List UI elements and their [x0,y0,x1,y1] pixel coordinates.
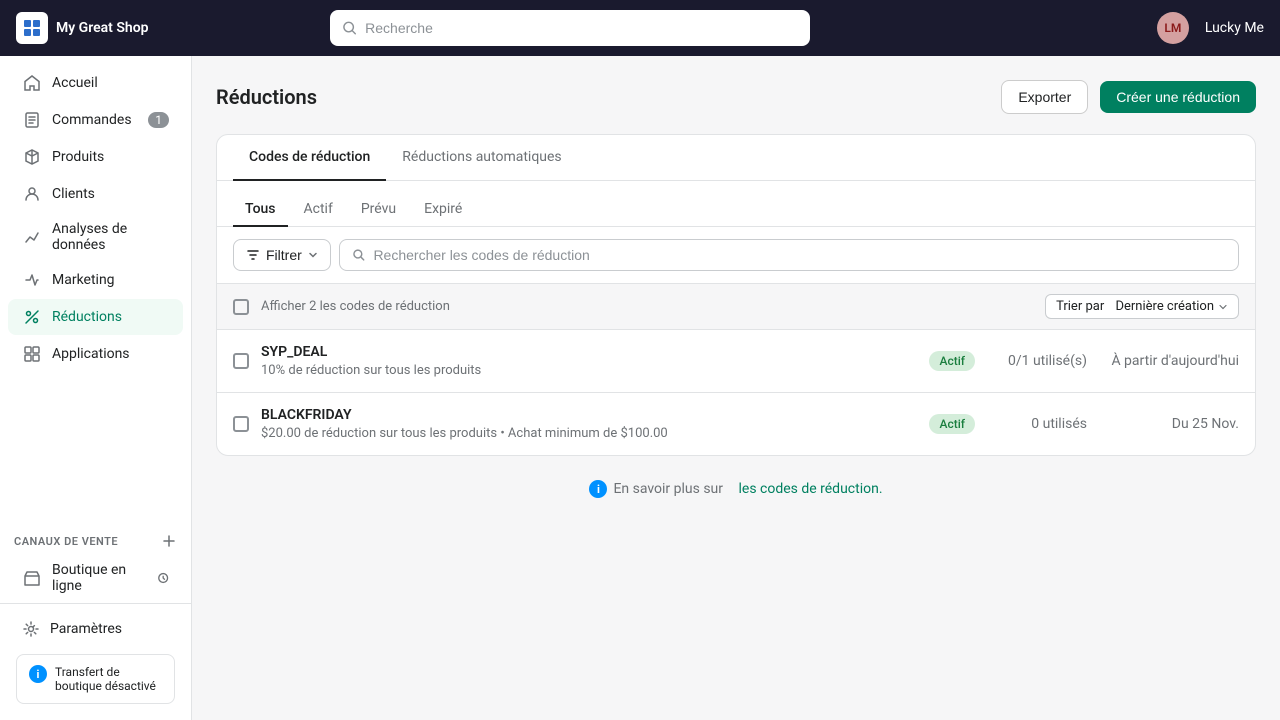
sidebar-item-applications[interactable]: Applications [8,336,183,372]
sidebar-item-clients[interactable]: Clients [8,176,183,212]
row-code-1: SYP_DEAL [261,344,917,360]
row-info-1: SYP_DEAL 10% de réduction sur tous les p… [261,344,917,378]
add-channel-icon[interactable] [161,533,177,549]
sidebar-item-marketing[interactable]: Marketing [8,262,183,298]
create-reduction-button[interactable]: Créer une réduction [1100,81,1256,113]
codes-search-input[interactable] [373,247,1226,263]
search-bar [330,10,810,46]
global-search-input[interactable] [365,20,798,36]
filter-button[interactable]: Filtrer [233,239,331,271]
user-name: Lucky Me [1205,20,1264,36]
sidebar-item-accueil[interactable]: Accueil [8,65,183,101]
header-actions: Exporter Créer une réduction [1001,80,1256,114]
table-row[interactable]: SYP_DEAL 10% de réduction sur tous les p… [217,330,1255,393]
reductions-icon [22,307,42,327]
row-date-1: À partir d'aujourd'hui [1099,353,1239,369]
logo-area[interactable]: My Great Shop [16,12,149,44]
boutique-settings-icon[interactable] [157,571,169,585]
tab-reductions-automatiques[interactable]: Réductions automatiques [386,135,577,181]
row-code-2: BLACKFRIDAY [261,407,917,423]
channels-section: CANAUX DE VENTE Boutique en ligne [0,521,191,603]
primary-tabs: Codes de réduction Réductions automatiqu… [217,135,1255,181]
settings-icon [22,620,40,638]
home-icon [22,73,42,93]
analytics-icon [22,227,42,247]
codes-link[interactable]: les codes de réduction. [739,481,883,497]
tab-expire[interactable]: Expiré [412,193,474,227]
sidebar-item-commandes[interactable]: Commandes 1 [8,102,183,138]
search-icon [342,20,357,36]
row-checkbox-2[interactable] [233,416,249,432]
products-icon [22,147,42,167]
sidebar-nav: Accueil Commandes 1 Produits [0,56,191,521]
channels-label: CANAUX DE VENTE [0,521,191,553]
top-bar: My Great Shop LM Lucky Me [0,0,1280,56]
reductions-card: Codes de réduction Réductions automatiqu… [216,134,1256,456]
clients-icon [22,184,42,204]
row-checkbox-1[interactable] [233,353,249,369]
tab-prevu[interactable]: Prévu [349,193,408,227]
sidebar: Accueil Commandes 1 Produits [0,56,192,720]
sidebar-item-boutique[interactable]: Boutique en ligne [8,554,183,602]
export-button[interactable]: Exporter [1001,80,1088,114]
sidebar-bottom: Paramètres i Transfert de boutique désac… [0,603,191,720]
codes-search-wrapper [339,239,1239,271]
row-status-2: Actif [929,414,975,434]
info-icon: i [589,480,607,498]
tab-tous[interactable]: Tous [233,193,288,227]
apps-icon [22,344,42,364]
select-all-checkbox[interactable] [233,299,249,315]
filter-bar: Filtrer [217,227,1255,284]
table-row[interactable]: BLACKFRIDAY $20.00 de réduction sur tous… [217,393,1255,455]
info-footer: i En savoir plus sur les codes de réduct… [216,456,1256,522]
orders-badge: 1 [148,112,169,128]
chevron-down-icon [308,250,318,260]
tab-codes-reduction[interactable]: Codes de réduction [233,135,386,181]
filter-icon [246,248,260,262]
sidebar-item-analyses[interactable]: Analyses de données [8,213,183,261]
orders-icon [22,110,42,130]
sidebar-item-reductions[interactable]: Réductions [8,299,183,335]
main-content: Réductions Exporter Créer une réduction … [192,56,1280,720]
marketing-icon [22,270,42,290]
sidebar-item-parametres[interactable]: Paramètres [8,612,183,646]
row-usage-2: 0 utilisés [987,416,1087,432]
table-header: Afficher 2 les codes de réduction Trier … [217,284,1255,330]
logo-icon [16,12,48,44]
sidebar-item-produits[interactable]: Produits [8,139,183,175]
tab-actif[interactable]: Actif [292,193,345,227]
secondary-tabs: Tous Actif Prévu Expiré [217,181,1255,227]
transfer-notice: i Transfert de boutique désactivé [16,654,175,704]
user-avatar[interactable]: LM [1157,12,1189,44]
store-icon [22,568,42,588]
table-count-label: Afficher 2 les codes de réduction [261,299,1033,314]
row-desc-2: $20.00 de réduction sur tous les produit… [261,426,917,441]
row-desc-1: 10% de réduction sur tous les produits [261,363,917,378]
app-name: My Great Shop [56,20,149,36]
row-info-2: BLACKFRIDAY $20.00 de réduction sur tous… [261,407,917,441]
sort-button[interactable]: Trier par Dernière création [1045,294,1239,319]
transfer-info-icon: i [29,665,47,683]
row-date-2: Du 25 Nov. [1099,416,1239,432]
page-header: Réductions Exporter Créer une réduction [216,80,1256,114]
codes-search-icon [352,248,366,262]
sort-chevron-icon [1218,302,1228,312]
row-usage-1: 0/1 utilisé(s) [987,353,1087,369]
row-status-1: Actif [929,351,975,371]
page-title: Réductions [216,85,317,109]
